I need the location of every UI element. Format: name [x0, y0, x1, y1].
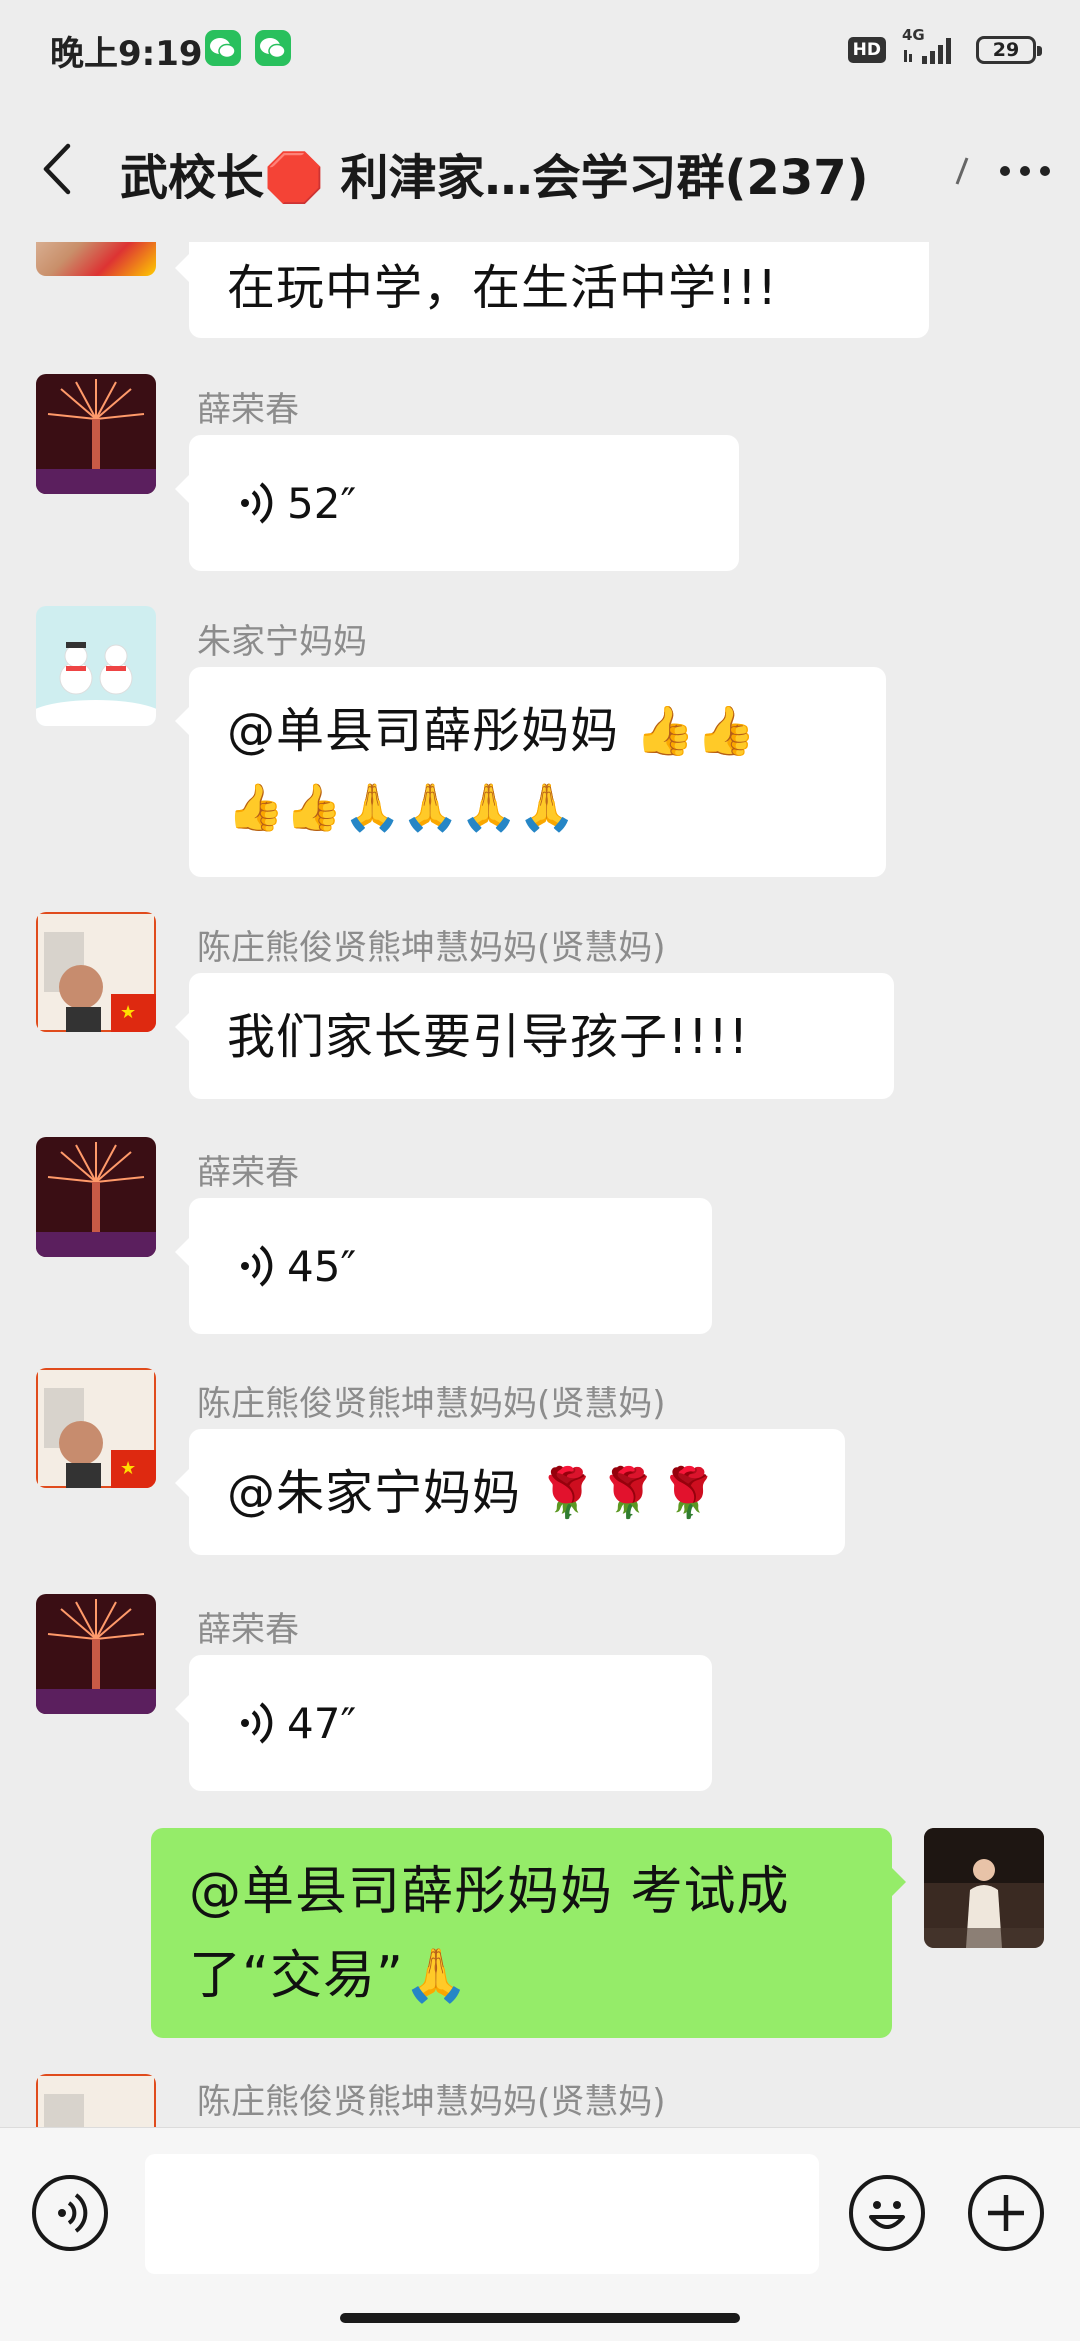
message-bubble[interactable]: @朱家宁妈妈 🌹🌹🌹 — [175, 1429, 845, 1555]
voice-button[interactable] — [32, 2175, 108, 2251]
message-bubble[interactable]: @单县司薛彤妈妈 👍👍 👍👍🙏🙏🙏🙏 — [175, 667, 886, 877]
avatar[interactable] — [36, 2074, 156, 2127]
home-indicator[interactable] — [340, 2313, 740, 2323]
avatar[interactable] — [36, 1137, 156, 1257]
message-text: @朱家宁妈妈 🌹🌹🌹 — [227, 1465, 720, 1521]
wechat-notification-icon — [255, 30, 291, 66]
message-text-line: 👍👍🙏🙏🙏🙏 — [227, 780, 577, 834]
voice-duration: 47″ — [287, 1698, 357, 1748]
voice-message[interactable]: 45″ — [175, 1198, 712, 1334]
message-text-line: @单县司薛彤妈妈 考试成 — [189, 1862, 790, 1922]
signal-icon: 4G — [902, 26, 960, 68]
sender-name: 薛荣春 — [197, 390, 299, 430]
svg-text:★: ★ — [120, 1458, 136, 1479]
sender-name: 陈庄熊俊贤熊坤慧妈妈(贤慧妈) — [197, 928, 666, 968]
voice-wave-icon — [241, 1702, 273, 1744]
emoji-icon — [869, 2201, 905, 2229]
avatar[interactable]: ★ — [36, 1368, 156, 1488]
message-list[interactable]: 在玩中学，在生活中学!!! 薛荣春 52″ 朱家宁妈妈 @单县司薛彤妈妈 👍👍 … — [0, 242, 1080, 2127]
sender-name: 陈庄熊俊贤熊坤慧妈妈(贤慧妈) — [197, 1384, 666, 1424]
hd-badge: HD — [847, 37, 886, 63]
voice-duration: 52″ — [287, 478, 357, 528]
message-bubble[interactable]: 在玩中学，在生活中学!!! — [175, 242, 929, 338]
wechat-notification-icon — [205, 30, 241, 66]
sender-name: 薛荣春 — [197, 1153, 299, 1193]
status-time: 晚上9:19 — [50, 34, 203, 74]
more-dot — [1040, 166, 1050, 176]
message-text-line: 了“交易”🙏 — [189, 1946, 470, 2006]
my-avatar[interactable] — [924, 1828, 1044, 1948]
avatar[interactable] — [36, 1594, 156, 1714]
more-dot — [1020, 166, 1030, 176]
voice-wave-icon — [241, 482, 273, 524]
status-bar: 晚上9:19 HD 4G 29 — [0, 0, 1080, 96]
message-bubble[interactable]: 我们家长要引导孩子!!!! — [175, 973, 894, 1099]
battery-icon: 29 — [976, 36, 1042, 64]
back-button[interactable] — [38, 138, 88, 200]
sender-name: 朱家宁妈妈 — [197, 622, 367, 662]
emoji-button[interactable] — [849, 2175, 925, 2251]
battery-level: 29 — [992, 39, 1020, 61]
input-bar — [0, 2127, 1080, 2341]
plus-icon — [988, 2195, 1024, 2231]
voice-duration: 45″ — [287, 1241, 357, 1291]
voice-icon — [58, 2193, 88, 2233]
avatar[interactable]: ★ — [36, 912, 156, 1032]
avatar[interactable] — [36, 606, 156, 726]
svg-text:★: ★ — [120, 1002, 136, 1023]
chat-header: 武校长🛑 利津家…会学习群(237) — [0, 96, 1080, 242]
message-input[interactable] — [145, 2154, 819, 2274]
voice-message[interactable]: 47″ — [175, 1655, 712, 1791]
sender-name: 陈庄熊俊贤熊坤慧妈妈(贤慧妈) — [197, 2082, 666, 2122]
outgoing-message-bubble[interactable]: @单县司薛彤妈妈 考试成 了“交易”🙏 — [151, 1828, 906, 2038]
message-text: 在玩中学，在生活中学!!! — [227, 260, 778, 316]
chat-title: 武校长🛑 利津家…会学习群(237) — [120, 150, 869, 206]
more-dot — [1000, 166, 1010, 176]
truncated-title-glyph — [955, 156, 969, 186]
message-text: 我们家长要引导孩子!!!! — [227, 1009, 749, 1065]
more-button[interactable] — [1000, 156, 1060, 186]
message-text-line: @单县司薛彤妈妈 👍👍 — [227, 703, 757, 759]
avatar[interactable] — [36, 374, 156, 494]
sender-name: 薛荣春 — [197, 1610, 299, 1650]
chevron-left-icon — [43, 143, 71, 195]
voice-message[interactable]: 52″ — [175, 435, 739, 571]
avatar[interactable] — [36, 242, 156, 276]
voice-wave-icon — [241, 1245, 273, 1287]
more-functions-button[interactable] — [968, 2175, 1044, 2251]
